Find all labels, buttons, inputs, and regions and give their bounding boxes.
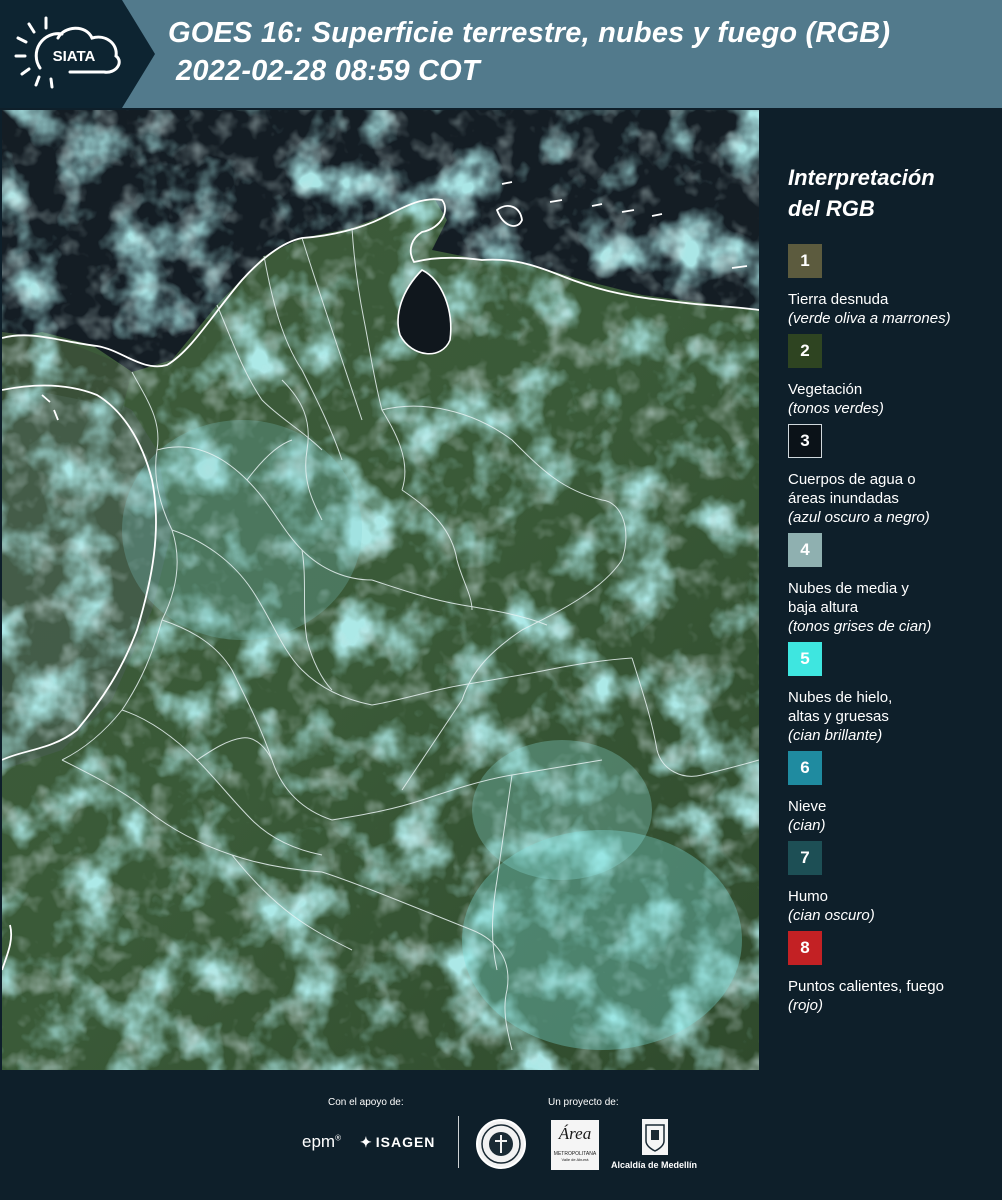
footer: Con el apoyo de: Un proyecto de: epm® ✦ I… — [0, 1070, 1002, 1200]
legend-item-bare-soil: 1 Tierra desnuda (verde oliva a marrones… — [788, 244, 998, 328]
isagen-logo: ✦ ISAGEN — [360, 1134, 435, 1151]
header-bar: SIATA GOES 16: Superficie terrestre, nub… — [0, 0, 1002, 108]
swatch-3: 3 — [788, 424, 822, 458]
legend-item-smoke: 7 Humo (cian oscuro) — [788, 841, 998, 925]
footer-divider — [458, 1116, 459, 1168]
university-seal-icon — [476, 1119, 526, 1169]
legend-item-sublabel: (azul oscuro a negro) — [788, 509, 930, 526]
swatch-2: 2 — [788, 334, 822, 368]
title-line-2: 2022-02-28 08:59 COT — [176, 55, 480, 87]
epm-logo: epm® — [302, 1132, 341, 1151]
legend-title-line-2: del RGB — [788, 196, 875, 221]
project-label: Un proyecto de: — [548, 1097, 619, 1108]
legend-item-vegetation: 2 Vegetación (tonos verdes) — [788, 334, 998, 418]
legend-item-label: Nieve — [788, 798, 827, 815]
swatch-1: 1 — [788, 244, 822, 278]
area-metro-subtext-2: Valle de Aburrá — [561, 1157, 589, 1162]
satellite-rgb-map — [2, 110, 759, 1070]
legend-item-label: Cuerpos de agua o — [788, 471, 916, 488]
legend-item-sublabel: (cian brillante) — [788, 727, 883, 744]
legend-item-label: Vegetación — [788, 381, 863, 398]
swatch-8: 8 — [788, 931, 822, 965]
swatch-6: 6 — [788, 751, 822, 785]
isagen-mark-icon: ✦ — [360, 1134, 373, 1150]
legend-item-sublabel: (tonos verdes) — [788, 400, 884, 417]
siata-logo: SIATA — [0, 0, 155, 108]
legend-item-sublabel: (verde oliva a marrones) — [788, 310, 951, 327]
alcaldia-text: Alcaldía de Medellín — [611, 1160, 698, 1170]
area-metro-text: Área — [558, 1124, 592, 1143]
logo-text: SIATA — [53, 48, 96, 65]
legend-item-low-clouds: 4 Nubes de media y baja altura (tonos gr… — [788, 533, 998, 636]
alcaldia-shield-icon — [642, 1119, 668, 1155]
legend-item-sublabel: (rojo) — [788, 997, 824, 1014]
legend-item-fire: 8 Puntos calientes, fuego (rojo) — [788, 931, 998, 1015]
legend-item-label: Tierra desnuda — [788, 291, 889, 308]
legend-item-label: Puntos calientes, fuego — [788, 978, 944, 995]
legend-title: Interpretación del RGB — [788, 162, 935, 224]
support-label: Con el apoyo de: — [328, 1097, 404, 1108]
legend-item-label: baja altura — [788, 599, 859, 616]
page-title: GOES 16: Superficie terrestre, nubes y f… — [168, 14, 890, 90]
legend-item-label: Nubes de media y — [788, 580, 909, 597]
legend-item-snow: 6 Nieve (cian) — [788, 751, 998, 835]
legend-item-water: 3 Cuerpos de agua o áreas inundadas (azu… — [788, 424, 998, 527]
swatch-5: 5 — [788, 642, 822, 676]
legend-item-sublabel: (tonos grises de cian) — [788, 618, 932, 635]
legend-item-label: Humo — [788, 888, 829, 905]
legend-item-label: Nubes de hielo, — [788, 689, 893, 706]
legend-item-sublabel: (cian) — [788, 817, 826, 834]
swatch-4: 4 — [788, 533, 822, 567]
title-line-1: GOES 16: Superficie terrestre, nubes y f… — [168, 17, 891, 49]
legend-title-line-1: Interpretación — [788, 165, 935, 190]
isagen-logo-text: ISAGEN — [375, 1134, 436, 1150]
epm-logo-text: epm — [302, 1132, 336, 1151]
legend-item-label: altas y gruesas — [788, 708, 889, 725]
legend-panel: Interpretación del RGB 1 Tierra desnuda … — [760, 110, 1002, 1070]
legend-item-ice-clouds: 5 Nubes de hielo, altas y gruesas (cian … — [788, 642, 998, 745]
legend-item-label: áreas inundadas — [788, 490, 899, 507]
area-metropolitana-logo: Área METROPOLITANA Valle de Aburrá — [551, 1120, 599, 1170]
swatch-7: 7 — [788, 841, 822, 875]
legend-item-sublabel: (cian oscuro) — [788, 907, 875, 924]
